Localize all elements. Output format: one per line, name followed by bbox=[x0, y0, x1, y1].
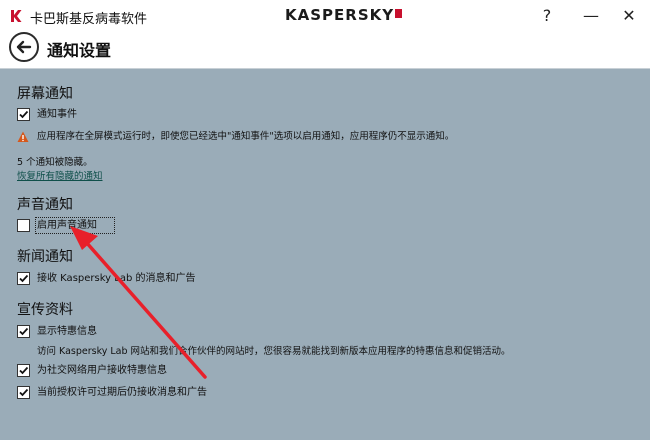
close-button[interactable]: ✕ bbox=[614, 4, 644, 28]
offers-description: 访问 Kaspersky Lab 网站和我们合作伙伴的网站时，您很容易就能找到新… bbox=[37, 346, 511, 357]
app-title: 卡巴斯基反病毒软件 bbox=[30, 12, 148, 27]
arrow-left-icon bbox=[16, 40, 32, 54]
back-button[interactable] bbox=[9, 32, 39, 62]
hidden-count-text: 5 个通知被隐藏。 bbox=[17, 157, 93, 168]
section-title-sound: 声音通知 bbox=[17, 197, 73, 213]
enable-sound-checkbox[interactable] bbox=[17, 219, 30, 232]
show-offers-label: 显示特惠信息 bbox=[37, 326, 97, 337]
kaspersky-logo-icon bbox=[8, 8, 24, 24]
page-title: 通知设置 bbox=[47, 41, 112, 60]
warning-icon bbox=[17, 131, 29, 142]
settings-content: 屏幕通知 通知事件 应用程序在全屏模式运行时，即使您已经选中"通知事件"选项以启… bbox=[0, 69, 650, 440]
after-license-checkbox[interactable] bbox=[17, 386, 30, 399]
show-offers-checkbox[interactable] bbox=[17, 325, 30, 338]
receive-news-checkbox[interactable] bbox=[17, 272, 30, 285]
after-license-label: 当前授权许可过期后仍接收消息和广告 bbox=[37, 387, 207, 398]
enable-sound-label: 启用声音通知 bbox=[37, 220, 97, 231]
notify-events-label: 通知事件 bbox=[37, 109, 77, 120]
social-offers-checkbox[interactable] bbox=[17, 364, 30, 377]
warning-text: 应用程序在全屏模式运行时，即使您已经选中"通知事件"选项以启用通知，应用程序仍不… bbox=[37, 131, 455, 142]
section-title-screen: 屏幕通知 bbox=[17, 86, 73, 102]
section-title-promo: 宣传资料 bbox=[17, 302, 73, 318]
receive-news-label: 接收 Kaspersky Lab 的消息和广告 bbox=[37, 273, 196, 284]
page-header: 通知设置 bbox=[0, 32, 650, 69]
checkmark-icon bbox=[19, 110, 29, 119]
minimize-button[interactable]: — bbox=[576, 4, 606, 28]
brand-logo: KASPERSKY bbox=[285, 6, 403, 24]
checkmark-icon bbox=[19, 388, 29, 397]
help-button[interactable]: ? bbox=[532, 4, 562, 28]
restore-hidden-link[interactable]: 恢复所有隐藏的通知 bbox=[17, 168, 103, 182]
checkmark-icon bbox=[19, 327, 29, 336]
title-bar: 卡巴斯基反病毒软件 KASPERSKY ? — ✕ bbox=[0, 0, 650, 32]
section-title-news: 新闻通知 bbox=[17, 249, 73, 265]
brand-badge bbox=[395, 9, 403, 18]
social-offers-label: 为社交网络用户接收特惠信息 bbox=[37, 365, 167, 376]
checkmark-icon bbox=[19, 274, 29, 283]
notify-events-checkbox[interactable] bbox=[17, 108, 30, 121]
checkmark-icon bbox=[19, 366, 29, 375]
